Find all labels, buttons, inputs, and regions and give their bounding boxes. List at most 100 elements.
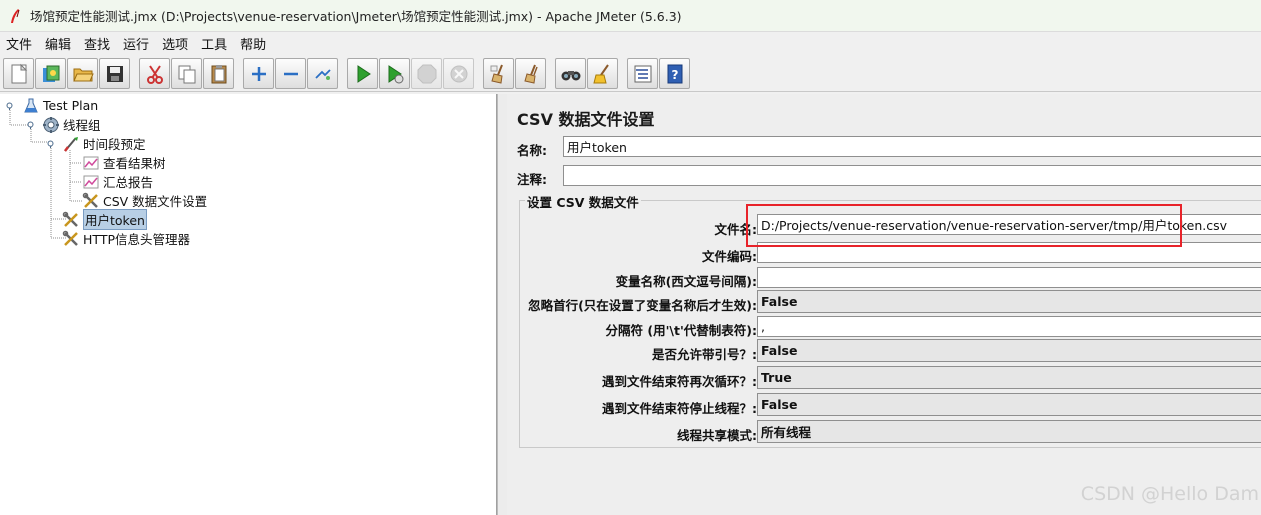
title-bar: 场馆预定性能测试.jmx (D:\Projects\venue-reservat… <box>0 0 1261 32</box>
help-icon: ? <box>667 64 682 83</box>
stop-thread-on-eof-select[interactable]: False <box>757 393 1261 416</box>
test-plan-tree: Test Plan 线程组 时间段预定 查看结果树 汇总报告 CSV 数据文件设… <box>0 94 497 515</box>
recycle-on-eof-select[interactable]: True <box>757 366 1261 389</box>
tree-item-test-plan[interactable]: Test Plan <box>22 96 98 115</box>
paste-button[interactable] <box>203 58 234 89</box>
comment-label: 注释: <box>517 172 547 187</box>
shutdown-icon <box>450 65 467 82</box>
clear-all-icon <box>523 64 538 84</box>
ignore-first-line-label: 忽略首行(只在设置了变量名称后才生效): <box>528 298 757 313</box>
jmeter-feather-icon <box>11 8 20 23</box>
variable-names-input[interactable] <box>757 267 1261 288</box>
expand-icon <box>251 66 266 81</box>
tree-item-thread-group[interactable]: 线程组 <box>42 115 101 134</box>
clear-icon <box>490 64 503 84</box>
collapse-all-button[interactable] <box>275 58 306 89</box>
new-button[interactable] <box>3 58 34 89</box>
stop-button[interactable] <box>411 58 442 89</box>
allow-quoted-label: 是否允许带引号？: <box>652 347 757 362</box>
window-title: 场馆预定性能测试.jmx (D:\Projects\venue-reservat… <box>30 9 682 24</box>
menu-bar: 文件 编辑 查找 运行 选项 工具 帮助 <box>0 32 1261 54</box>
tree-item-label: 汇总报告 <box>103 175 154 190</box>
start-no-pauses-button[interactable] <box>379 58 410 89</box>
tree-expand-toggle[interactable] <box>26 120 35 129</box>
start-no-pause-icon <box>388 64 403 83</box>
config-icon <box>62 230 80 248</box>
stop-icon <box>417 64 436 83</box>
filename-label: 文件名: <box>714 222 758 237</box>
tree-item-sampler[interactable]: 时间段预定 <box>62 134 146 153</box>
listener-icon <box>82 173 100 191</box>
expand-all-button[interactable] <box>243 58 274 89</box>
paste-icon <box>211 64 226 83</box>
config-icon <box>82 192 100 210</box>
tree-connector-lines <box>9 106 82 239</box>
tree-item-http-header-manager[interactable]: HTTP信息头管理器 <box>62 229 190 248</box>
sharing-mode-label: 线程共享模式: <box>677 428 757 443</box>
reset-search-button[interactable] <box>587 58 618 89</box>
open-button[interactable] <box>67 58 98 89</box>
menu-help[interactable]: 帮助 <box>240 34 266 53</box>
help-button[interactable]: ? <box>659 58 690 89</box>
clear-button[interactable] <box>483 58 514 89</box>
copy-icon <box>178 65 195 83</box>
toggle-icon <box>314 68 331 80</box>
panel-splitter[interactable] <box>497 94 507 515</box>
csv-settings-group-title: 设置 CSV 数据文件 <box>525 192 641 211</box>
menu-options[interactable]: 选项 <box>162 34 188 53</box>
allow-quoted-select[interactable]: False <box>757 339 1261 362</box>
function-helper-button[interactable] <box>627 58 658 89</box>
templates-icon <box>42 65 59 82</box>
delimiter-input[interactable]: , <box>757 316 1261 337</box>
menu-tools[interactable]: 工具 <box>201 34 227 53</box>
toggle-button[interactable] <box>307 58 338 89</box>
copy-button[interactable] <box>171 58 202 89</box>
tree-item-summary-report[interactable]: 汇总报告 <box>82 172 153 191</box>
search-button[interactable] <box>555 58 586 89</box>
tree-item-label: 用户token <box>83 209 147 230</box>
shutdown-button[interactable] <box>443 58 474 89</box>
toolbar: ? <box>0 56 1261 92</box>
save-icon <box>106 65 123 82</box>
menu-edit[interactable]: 编辑 <box>45 34 71 53</box>
save-button[interactable] <box>99 58 130 89</box>
tree-expand-toggle[interactable] <box>5 101 14 110</box>
annotation-highlight-box <box>746 204 1182 247</box>
sampler-icon <box>62 135 80 153</box>
file-encoding-label: 文件编码: <box>702 249 757 264</box>
listener-icon <box>82 154 100 172</box>
menu-file[interactable]: 文件 <box>6 34 32 53</box>
tree-item-results-tree[interactable]: 查看结果树 <box>82 153 166 172</box>
tree-item-label: Test Plan <box>43 98 99 113</box>
tree-item-label: 查看结果树 <box>103 156 166 171</box>
comment-input[interactable] <box>563 165 1261 186</box>
clear-all-button[interactable] <box>515 58 546 89</box>
tree-item-label: 线程组 <box>63 118 101 133</box>
sharing-mode-select[interactable]: 所有线程 <box>757 420 1261 443</box>
function-helper-icon <box>634 65 651 82</box>
csv-config-panel: CSV 数据文件设置 名称: 用户token 注释: 设置 CSV 数据文件 文… <box>507 94 1261 515</box>
config-icon <box>62 211 80 229</box>
svg-text:?: ? <box>671 68 678 82</box>
search-icon <box>561 70 580 80</box>
tree-item-user-token[interactable]: 用户token <box>62 209 147 230</box>
delimiter-label: 分隔符 (用'\t'代替制表符): <box>605 323 757 338</box>
start-button[interactable] <box>347 58 378 89</box>
templates-button[interactable] <box>35 58 66 89</box>
panel-title: CSV 数据文件设置 <box>517 110 655 129</box>
tree-item-csv-config[interactable]: CSV 数据文件设置 <box>82 191 207 210</box>
menu-run[interactable]: 运行 <box>123 34 149 53</box>
start-icon <box>357 64 371 83</box>
name-input[interactable]: 用户token <box>563 136 1261 157</box>
tree-item-label: 时间段预定 <box>83 137 146 152</box>
tree-item-label: HTTP信息头管理器 <box>83 232 190 247</box>
ignore-first-line-select[interactable]: False <box>757 290 1261 313</box>
recycle-on-eof-label: 遇到文件结束符再次循环？: <box>602 374 757 389</box>
name-label: 名称: <box>517 143 547 158</box>
menu-search[interactable]: 查找 <box>84 34 110 53</box>
open-icon <box>72 68 94 81</box>
watermark: CSDN @Hello Dam <box>1080 483 1259 505</box>
tree-expand-toggle[interactable] <box>46 139 55 148</box>
collapse-icon <box>283 72 298 75</box>
cut-button[interactable] <box>139 58 170 89</box>
